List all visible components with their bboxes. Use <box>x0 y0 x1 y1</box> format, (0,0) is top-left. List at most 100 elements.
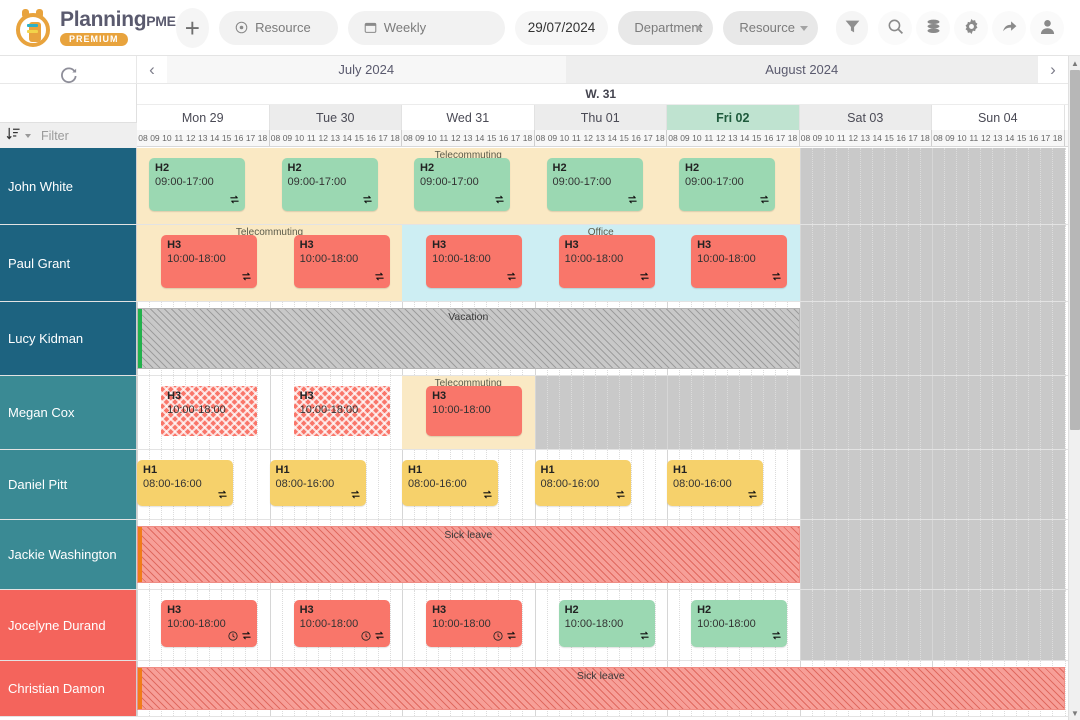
event-title: H2 <box>685 162 700 174</box>
day-header-tue-30[interactable]: Tue 30 <box>269 105 402 130</box>
event-icons <box>229 194 240 208</box>
resource-timeline[interactable]: Telecommuting Office H3 10:00-18:00 H3 10:00-… <box>137 225 1068 301</box>
event-block[interactable]: H2 09:00-17:00 <box>679 158 776 211</box>
vertical-scrollbar[interactable]: ▲ ▼ <box>1068 56 1080 720</box>
scrollbar-thumb[interactable] <box>1070 70 1080 430</box>
resource-row: Daniel Pitt H1 08:00-16:00 H1 08:00-16:00 H1 0… <box>0 450 1068 520</box>
filter-input[interactable]: Filter <box>35 129 69 143</box>
day-header-wed-31[interactable]: Wed 31 <box>402 105 535 130</box>
event-title: H3 <box>299 604 314 616</box>
resource-name-lucy-kidman[interactable]: Lucy Kidman <box>0 302 137 375</box>
absence-band-label: Sick leave <box>576 670 625 682</box>
resource-name-john-white[interactable]: John White <box>0 148 137 224</box>
sort-icon[interactable] <box>6 127 21 144</box>
day-header-mon-29[interactable]: Mon 29 <box>137 105 270 130</box>
event-block[interactable]: H2 10:00-18:00 <box>558 600 655 647</box>
recurring-icon <box>217 489 228 503</box>
user-account-button[interactable] <box>1030 10 1064 45</box>
event-icons <box>639 271 650 285</box>
resource-timeline[interactable]: Vacation <box>137 302 1068 375</box>
period-selector[interactable]: Weekly <box>347 10 505 45</box>
prev-period-button[interactable]: ‹ <box>137 56 167 83</box>
resource-timeline[interactable]: H3 10:00-18:00 H3 10:00-18:00 H3 10:00-18:00 H… <box>137 590 1068 660</box>
resource-timeline[interactable]: H1 08:00-16:00 H1 08:00-16:00 H1 08:00-16:00 H… <box>137 450 1068 519</box>
recurring-icon <box>506 630 517 644</box>
date-input[interactable]: 29/07/2024 <box>514 10 609 45</box>
event-block[interactable]: H1 08:00-16:00 <box>667 460 764 506</box>
department-dropdown[interactable]: Department <box>618 10 714 45</box>
event-icons <box>493 630 517 644</box>
settings-button[interactable] <box>954 10 988 45</box>
resource-timeline[interactable]: Sick leave <box>137 661 1068 716</box>
resource-name-megan-cox[interactable]: Megan Cox <box>0 376 137 449</box>
refresh-button[interactable] <box>0 56 137 102</box>
event-block[interactable]: H2 09:00-17:00 <box>546 158 643 211</box>
department-label: Department <box>634 20 703 35</box>
hour-tick-12: 12 <box>583 133 594 143</box>
event-block[interactable]: H3 10:00-18:00 <box>558 235 655 288</box>
event-block[interactable]: H3 10:00-18:00 <box>294 386 390 436</box>
event-block[interactable]: H3 10:00-18:00 <box>426 600 523 647</box>
event-block[interactable]: H2 09:00-17:00 <box>281 158 378 211</box>
database-button[interactable] <box>916 10 950 45</box>
absence-band-sick[interactable]: Sick leave <box>137 667 1065 710</box>
day-header-fri-02[interactable]: Fri 02 <box>667 105 800 130</box>
event-block[interactable]: H3 10:00-18:00 <box>293 600 390 647</box>
resource-name-paul-grant[interactable]: Paul Grant <box>0 225 137 301</box>
event-block[interactable]: H1 08:00-16:00 <box>269 460 366 506</box>
absence-band-label: Sick leave <box>444 529 493 541</box>
resource-view-selector[interactable]: Resource <box>219 10 338 45</box>
event-block[interactable]: H3 10:00-18:00 <box>293 235 390 288</box>
resource-dropdown[interactable]: Resource <box>723 10 819 45</box>
resource-name-daniel-pitt[interactable]: Daniel Pitt <box>0 450 137 519</box>
event-title: H3 <box>697 239 712 251</box>
resource-name-jocelyne-durand[interactable]: Jocelyne Durand <box>0 590 137 660</box>
hour-tick-12: 12 <box>848 133 859 143</box>
hour-tick-08: 08 <box>270 133 281 143</box>
event-time: 10:00-18:00 <box>167 404 226 416</box>
hour-group-day-6: 08 09 10 11 12 13 14 15 16 17 18 <box>932 130 1065 146</box>
next-period-button[interactable]: › <box>1038 56 1068 83</box>
absence-band-vacation[interactable]: Vacation <box>137 308 800 369</box>
resource-timeline[interactable]: Telecommuting H2 09:00-17:00 H2 09:00-17:00 H… <box>137 148 1068 224</box>
event-block[interactable]: H1 08:00-16:00 <box>402 460 499 506</box>
share-button[interactable] <box>992 10 1026 45</box>
event-block[interactable]: H3 10:00-18:00 <box>426 386 523 436</box>
event-block[interactable]: H2 09:00-17:00 <box>414 158 511 211</box>
event-block[interactable]: H3 10:00-18:00 <box>691 235 788 288</box>
day-header-sat-03[interactable]: Sat 03 <box>799 105 932 130</box>
sort-dropdown-caret-icon[interactable] <box>25 133 31 138</box>
add-button[interactable]: + <box>175 7 210 48</box>
event-block[interactable]: H2 10:00-18:00 <box>691 600 788 647</box>
event-block[interactable]: H3 10:00-18:00 <box>161 235 258 288</box>
event-title: H3 <box>299 239 314 251</box>
scroll-down-arrow-icon[interactable]: ▼ <box>1069 706 1080 720</box>
app-logo[interactable]: PlanningPME PREMIUM <box>10 8 176 47</box>
search-button[interactable] <box>878 10 912 45</box>
resource-name-jackie-washington[interactable]: Jackie Washington <box>0 520 137 589</box>
scroll-up-arrow-icon[interactable]: ▲ <box>1069 56 1080 70</box>
schedule-body[interactable]: John White Telecommuting H2 09:00-17:00 H2 09… <box>0 148 1068 720</box>
event-block[interactable]: H3 10:00-18:00 <box>161 386 258 436</box>
event-title: H2 <box>697 604 712 616</box>
hour-tick-09: 09 <box>282 133 293 143</box>
hour-tick-09: 09 <box>415 133 425 143</box>
day-header-thu-01[interactable]: Thu 01 <box>534 105 667 130</box>
filter-button[interactable] <box>836 10 868 45</box>
event-block[interactable]: H3 10:00-18:00 <box>161 600 258 647</box>
event-block[interactable]: H1 08:00-16:00 <box>534 460 631 506</box>
event-block[interactable]: H1 08:00-16:00 <box>137 460 234 506</box>
event-time: 10:00-18:00 <box>299 253 359 265</box>
event-time: 09:00-17:00 <box>552 176 612 188</box>
resource-timeline[interactable]: Telecommuting H3 10:00-18:00 H3 10:00-18:00 H… <box>137 376 1068 449</box>
event-title: H2 <box>155 162 170 174</box>
toolbar-actions <box>878 10 1070 45</box>
recurring-icon <box>374 630 385 644</box>
resource-name-christian-damon[interactable]: Christian Damon <box>0 661 137 716</box>
event-block[interactable]: H3 10:00-18:00 <box>426 235 523 288</box>
day-header-sun-04[interactable]: Sun 04 <box>932 105 1065 130</box>
resource-timeline[interactable]: Sick leave <box>137 520 1068 589</box>
event-title: H2 <box>287 162 302 174</box>
event-block[interactable]: H2 09:00-17:00 <box>149 158 246 211</box>
absence-band-sick[interactable]: Sick leave <box>137 526 800 583</box>
